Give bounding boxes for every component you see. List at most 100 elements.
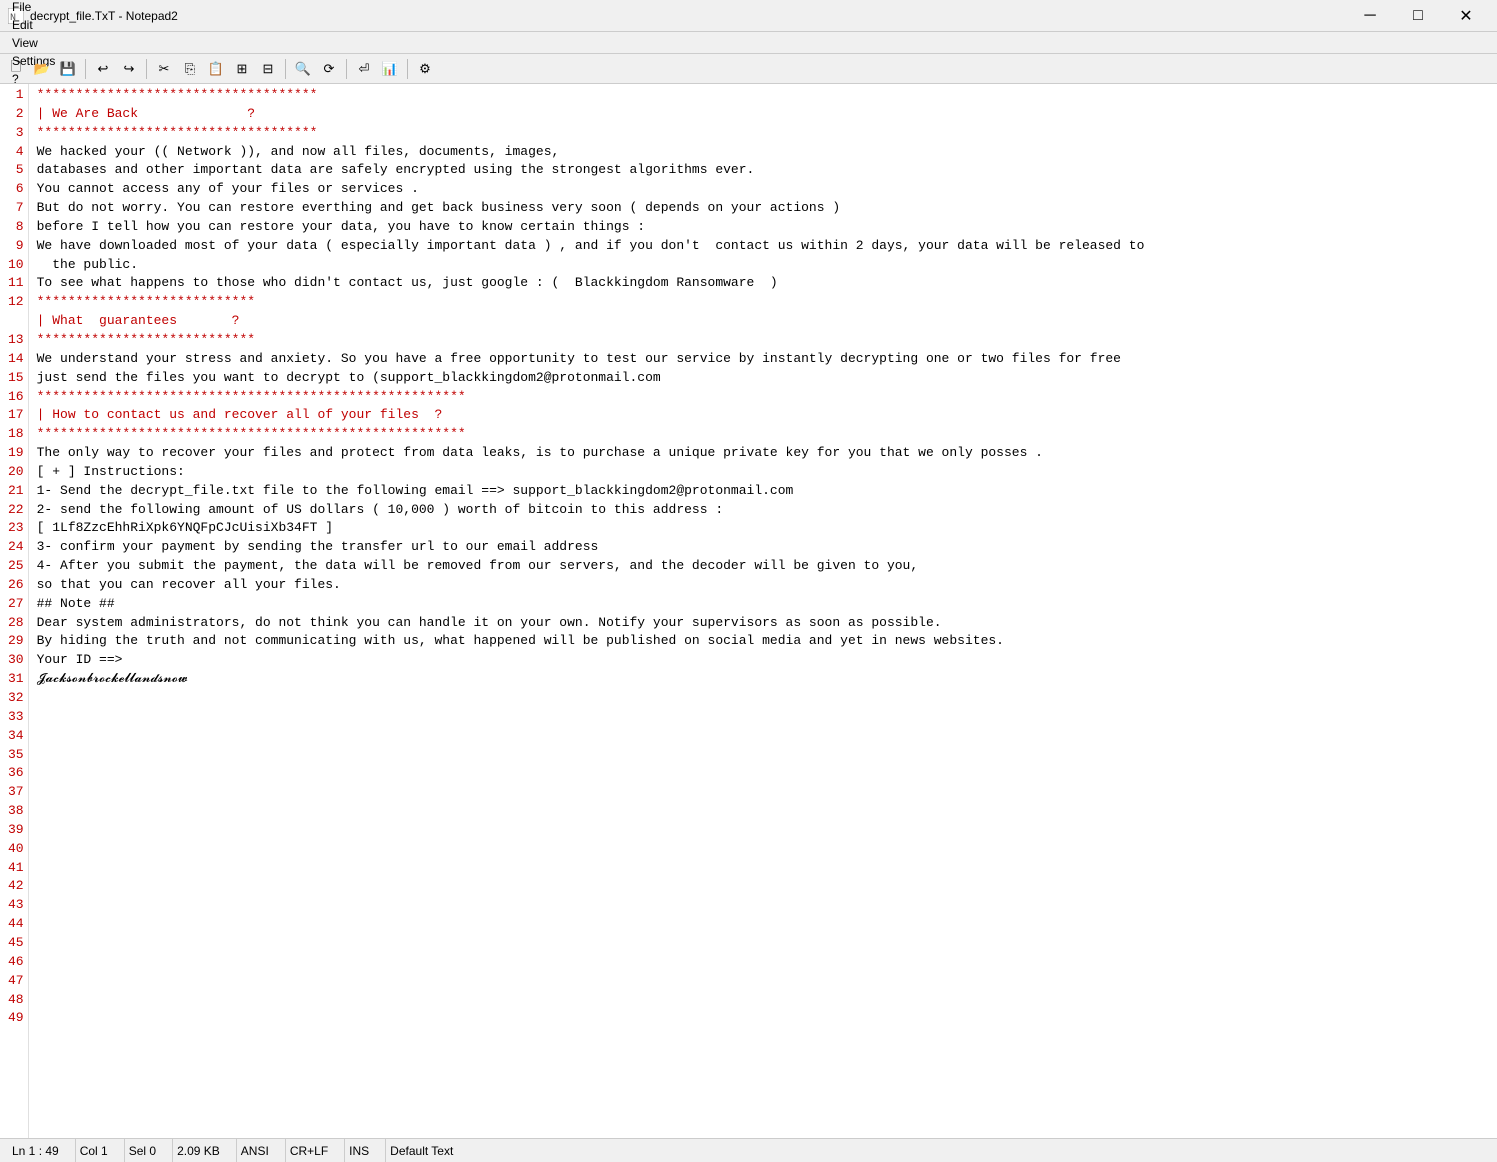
line-number: 35 (8, 746, 24, 765)
title-bar: N decrypt_file.TxT - Notepad2 ─ □ ✕ (0, 0, 1497, 32)
line-content: before I tell how you can restore your d… (37, 218, 1489, 237)
tb-find[interactable]: 🔍 (291, 57, 315, 81)
status-bar: Ln 1 : 49 Col 1 Sel 0 2.09 KB ANSI CR+LF… (0, 1138, 1497, 1162)
line-content: databases and other important data are s… (37, 161, 1489, 180)
editor-container: 123456789101112 131415161718192021222324… (0, 84, 1497, 1138)
tb-misc2[interactable]: ⊟ (256, 57, 280, 81)
line-number: 29 (8, 632, 24, 651)
tb-wordwrap[interactable]: ⏎ (352, 57, 376, 81)
line-content: We hacked your (( Network )), and now al… (37, 143, 1489, 162)
line-number: 41 (8, 859, 24, 878)
line-content: [ + ] Instructions: (37, 463, 1489, 482)
line-content: 3- confirm your payment by sending the t… (37, 538, 1489, 557)
tb-chart[interactable]: 📊 (378, 57, 402, 81)
toolbar: 🗋 📂 💾 ↩ ↪ ✂ ⎘ 📋 ⊞ ⊟ 🔍 ⟳ ⏎ 📊 ⚙ (0, 54, 1497, 84)
line-number: 8 (8, 218, 24, 237)
tb-replace[interactable]: ⟳ (317, 57, 341, 81)
line-number: 48 (8, 991, 24, 1010)
tb-sep2 (146, 59, 147, 79)
line-number: 34 (8, 727, 24, 746)
line-content: We understand your stress and anxiety. S… (37, 350, 1489, 369)
close-button[interactable]: ✕ (1443, 0, 1489, 32)
line-number: 17 (8, 406, 24, 425)
line-number: 46 (8, 953, 24, 972)
tb-sep4 (346, 59, 347, 79)
line-number: 2 (8, 105, 24, 124)
line-content: ****************************************… (37, 388, 1489, 407)
status-size: 2.09 KB (173, 1139, 237, 1162)
line-number: 3 (8, 124, 24, 143)
menu-item-file[interactable]: File (4, 0, 63, 16)
line-number: 16 (8, 388, 24, 407)
maximize-button[interactable]: □ (1395, 0, 1441, 32)
line-number: 30 (8, 651, 24, 670)
tb-undo[interactable]: ↩ (91, 57, 115, 81)
line-content: 4- After you submit the payment, the dat… (37, 557, 1489, 576)
line-content: | How to contact us and recover all of y… (37, 406, 1489, 425)
line-content: 𝓙𝓪𝓬𝓴𝓼𝓸𝓷𝓫𝓻𝓸𝓬𝓴𝓮𝓵𝓵𝓪𝓷𝓭𝓼𝓷𝓸𝔀 (37, 670, 1489, 689)
line-content: Your ID ==> (37, 651, 1489, 670)
line-number: 38 (8, 802, 24, 821)
line-content: **************************** (37, 293, 1489, 312)
line-number (8, 312, 24, 331)
line-number: 12 (8, 293, 24, 312)
line-number: 43 (8, 896, 24, 915)
line-content: 2- send the following amount of US dolla… (37, 501, 1489, 520)
line-number: 44 (8, 915, 24, 934)
tb-open[interactable]: 📂 (30, 57, 54, 81)
tb-sep1 (85, 59, 86, 79)
tb-misc1[interactable]: ⊞ (230, 57, 254, 81)
line-number: 27 (8, 595, 24, 614)
line-number: 10 (8, 256, 24, 275)
line-number: 1 (8, 86, 24, 105)
menu-item-edit[interactable]: Edit (4, 16, 63, 34)
line-content: | What guarantees ? (37, 312, 1489, 331)
line-number: 11 (8, 274, 24, 293)
line-numbers: 123456789101112 131415161718192021222324… (0, 84, 29, 1138)
tb-save[interactable]: 💾 (56, 57, 80, 81)
line-content: ************************************ (37, 86, 1489, 105)
line-number: 49 (8, 1009, 24, 1028)
line-content: | We Are Back ? (37, 105, 1489, 124)
line-number: 32 (8, 689, 24, 708)
line-content: ****************************************… (37, 425, 1489, 444)
line-content: By hiding the truth and not communicatin… (37, 632, 1489, 651)
tb-settings[interactable]: ⚙ (413, 57, 437, 81)
line-content: To see what happens to those who didn't … (37, 274, 1489, 293)
tb-paste[interactable]: 📋 (204, 57, 228, 81)
line-number: 31 (8, 670, 24, 689)
line-content: We have downloaded most of your data ( e… (37, 237, 1489, 256)
tb-copy[interactable]: ⎘ (178, 57, 202, 81)
line-number: 47 (8, 972, 24, 991)
status-insert: INS (345, 1139, 386, 1162)
line-number: 23 (8, 519, 24, 538)
status-col: Col 1 (76, 1139, 125, 1162)
line-number: 28 (8, 614, 24, 633)
line-number: 33 (8, 708, 24, 727)
menu-item-view[interactable]: View (4, 34, 63, 52)
editor-content[interactable]: ************************************| We… (29, 84, 1497, 1138)
status-sel: Sel 0 (125, 1139, 173, 1162)
line-number: 39 (8, 821, 24, 840)
line-content: [ 1Lf8ZzcEhhRiXpk6YNQFpCJcUisiXb34FT ] (37, 519, 1489, 538)
line-number: 42 (8, 877, 24, 896)
line-number: 20 (8, 463, 24, 482)
line-number: 26 (8, 576, 24, 595)
line-content: The only way to recover your files and p… (37, 444, 1489, 463)
line-number: 7 (8, 199, 24, 218)
menu-bar: FileEditViewSettings? (0, 32, 1497, 54)
tb-sep5 (407, 59, 408, 79)
window-controls: ─ □ ✕ (1347, 0, 1489, 32)
line-number: 22 (8, 501, 24, 520)
tb-new[interactable]: 🗋 (4, 57, 28, 81)
line-number: 4 (8, 143, 24, 162)
tb-redo[interactable]: ↪ (117, 57, 141, 81)
line-number: 19 (8, 444, 24, 463)
tb-cut[interactable]: ✂ (152, 57, 176, 81)
line-number: 18 (8, 425, 24, 444)
line-content: But do not worry. You can restore everth… (37, 199, 1489, 218)
status-lineending: CR+LF (286, 1139, 345, 1162)
status-style: Default Text (386, 1139, 469, 1162)
minimize-button[interactable]: ─ (1347, 0, 1393, 32)
line-number: 40 (8, 840, 24, 859)
